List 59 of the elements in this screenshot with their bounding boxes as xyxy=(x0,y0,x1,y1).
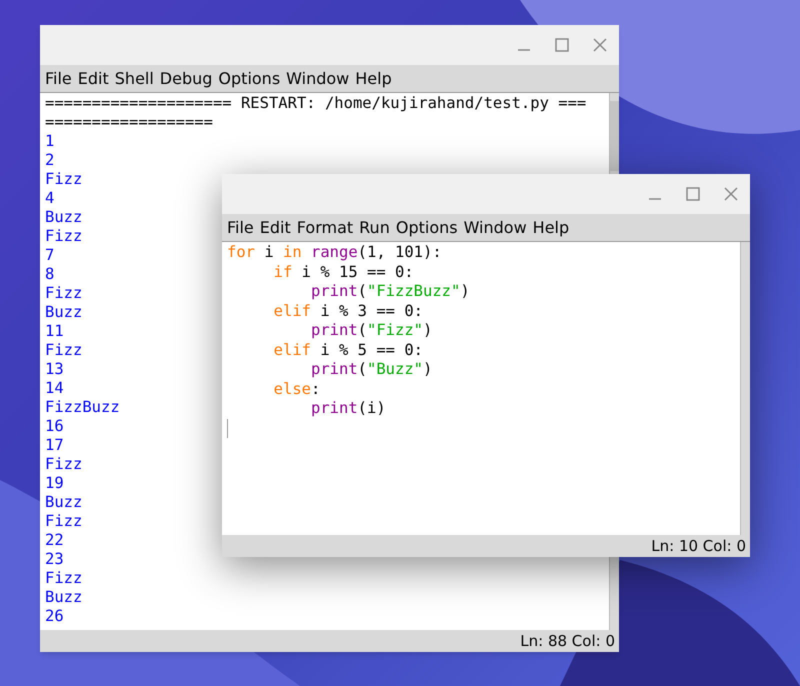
maximize-icon[interactable] xyxy=(686,187,700,201)
code-line: print(i) xyxy=(310,399,386,418)
code-line: if i % 15 == 0: xyxy=(272,262,414,282)
menu-item[interactable]: Window xyxy=(286,66,350,90)
output-line: Fizz xyxy=(45,569,82,588)
menu-item[interactable]: File xyxy=(227,216,254,240)
cursor-position: Ln: 10 Col: 0 xyxy=(651,536,746,557)
close-icon[interactable] xyxy=(593,38,607,52)
output-line: Fizz xyxy=(45,170,82,189)
scrollbar[interactable] xyxy=(740,242,750,535)
output-line: Buzz xyxy=(45,588,82,607)
output-line: Fizz xyxy=(45,455,82,474)
output-line: 11 xyxy=(45,322,64,341)
code-line: print("Fizz") xyxy=(310,321,432,340)
output-line: 22 xyxy=(45,531,64,550)
output-line: Fizz xyxy=(45,512,82,531)
code-line: elif i % 3 == 0: xyxy=(272,302,423,321)
output-line: 4 xyxy=(45,189,54,208)
code-line: elif i % 5 == 0: xyxy=(272,340,423,360)
menu-item[interactable]: File xyxy=(45,66,72,90)
menu-item[interactable]: Edit xyxy=(260,216,291,240)
output-line: Fizz xyxy=(45,341,82,360)
output-line: FizzBuzz xyxy=(45,398,120,417)
output-line: Buzz xyxy=(45,208,82,227)
maximize-icon[interactable] xyxy=(555,38,569,52)
output-line: 16 xyxy=(45,417,64,436)
output-line: Buzz xyxy=(45,493,82,512)
output-line: 13 xyxy=(45,360,64,379)
output-line: Fizz xyxy=(45,227,82,246)
code-line: print("FizzBuzz") xyxy=(310,282,470,302)
code-line: print("Buzz") xyxy=(310,360,432,380)
code-line: for i in range(1, 101): xyxy=(227,243,442,262)
output-line: 8 xyxy=(45,265,54,284)
output-line: 26 xyxy=(45,607,64,626)
menu-item[interactable]: Format xyxy=(296,216,354,240)
output-line: 7 xyxy=(45,246,54,265)
output-line: 1 xyxy=(45,132,54,151)
menu-item[interactable]: Options xyxy=(218,66,280,90)
code-line: else: xyxy=(272,380,320,399)
output-line: 23 xyxy=(45,550,64,569)
menu-item[interactable]: Window xyxy=(464,216,527,240)
cursor-position: Ln: 88 Col: 0 xyxy=(520,630,615,652)
text-cursor xyxy=(227,418,228,438)
output-line: ================== xyxy=(45,113,213,132)
output-line: 19 xyxy=(45,474,64,493)
menu-item[interactable]: Options xyxy=(396,216,458,240)
output-line: Buzz xyxy=(45,303,82,322)
menu-item[interactable]: Shell xyxy=(114,66,154,90)
output-line: 17 xyxy=(45,436,64,455)
menu-item[interactable]: Help xyxy=(355,66,392,90)
menu-item[interactable]: Run xyxy=(359,216,390,240)
menu-item[interactable]: Help xyxy=(532,216,570,240)
output-line: 14 xyxy=(45,379,64,398)
output-line: Fizz xyxy=(45,284,82,303)
output-line: 2 xyxy=(45,151,54,170)
menu-item[interactable]: Edit xyxy=(78,66,109,90)
output-line: ==================== RESTART: /home/kujirahand/test.py === xyxy=(45,94,586,113)
close-icon[interactable] xyxy=(724,187,738,201)
menu-item[interactable]: Debug xyxy=(160,66,212,90)
